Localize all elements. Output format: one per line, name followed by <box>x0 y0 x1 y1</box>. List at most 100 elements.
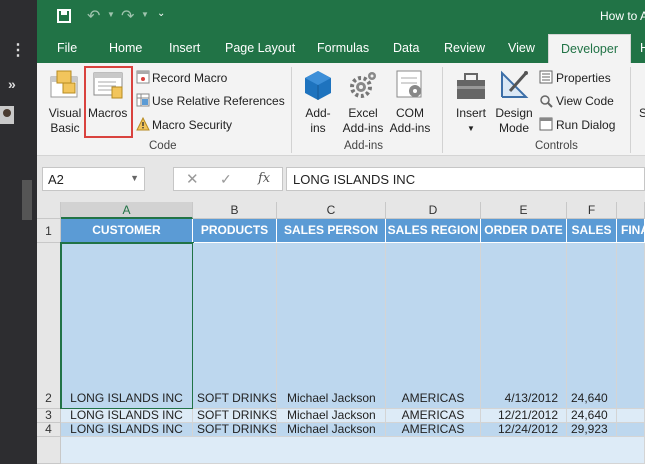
tab-insert[interactable]: Insert <box>169 34 200 63</box>
com-addins-icon <box>396 70 422 98</box>
insert-dropdown-icon: ▼ <box>467 124 475 133</box>
user-avatar[interactable] <box>0 106 14 124</box>
row-header-1[interactable]: 1 <box>37 219 61 243</box>
macros-highlight <box>84 66 133 138</box>
cell-c2[interactable]: Michael Jackson <box>277 243 386 409</box>
excel-addins-label-2: Add-ins <box>342 121 384 135</box>
tab-review[interactable]: Review <box>444 34 485 63</box>
column-header-a[interactable]: A <box>61 202 193 219</box>
cell-a3[interactable]: LONG ISLANDS INC <box>61 409 193 423</box>
ribbon-tabs: File Home Insert Page Layout Formulas Da… <box>37 34 645 63</box>
cell-b3[interactable]: SOFT DRINKS <box>193 409 277 423</box>
cell-c3[interactable]: Michael Jackson <box>277 409 386 423</box>
cell-e4[interactable]: 12/24/2012 <box>481 423 567 437</box>
header-order-date[interactable]: ORDER DATE <box>481 219 567 243</box>
column-header-g[interactable] <box>617 202 645 219</box>
row-header-4[interactable]: 4 <box>37 423 61 437</box>
enter-icon[interactable]: ✓ <box>220 171 232 188</box>
header-final[interactable]: FINA <box>617 219 645 243</box>
cell-f3[interactable]: 24,640 <box>567 409 617 423</box>
addins-label-1: Add- <box>305 106 331 120</box>
row-header-5[interactable] <box>37 437 61 464</box>
more-options-icon[interactable]: ⋮ <box>10 43 26 59</box>
cell-g4[interactable] <box>617 423 645 437</box>
customize-toolbar-icon[interactable]: ⌄ <box>157 8 165 19</box>
tab-view[interactable]: View <box>508 34 535 63</box>
cell-f4[interactable]: 29,923 <box>567 423 617 437</box>
formula-bar: A2 ▼ ✕ ✓ fx LONG ISLANDS INC <box>37 156 645 202</box>
undo-icon[interactable]: ↶ <box>87 6 100 26</box>
design-mode-icon <box>501 70 529 98</box>
scrollbar-thumb[interactable] <box>22 180 32 220</box>
header-sales[interactable]: SALES <box>567 219 617 243</box>
cell-d2[interactable]: AMERICAS <box>386 243 481 409</box>
insert-function-icon[interactable]: fx <box>258 171 270 186</box>
formula-input[interactable]: LONG ISLANDS INC <box>286 167 645 191</box>
column-header-c[interactable]: C <box>277 202 386 219</box>
redo-icon[interactable]: ↷ <box>121 6 134 26</box>
spreadsheet-grid: A B C D E F 1 CUSTOMER PRODUCTS SALES PE… <box>37 202 645 464</box>
group-separator <box>291 67 292 153</box>
header-sales-region[interactable]: SALES REGION <box>386 219 481 243</box>
ribbon-developer: Visual Basic Macros Record Macro Use Rel… <box>37 63 645 156</box>
cell-d3[interactable]: AMERICAS <box>386 409 481 423</box>
name-box-dropdown-icon[interactable]: ▼ <box>130 173 139 183</box>
row-header-3[interactable]: 3 <box>37 409 61 423</box>
cell-a4[interactable]: LONG ISLANDS INC <box>61 423 193 437</box>
addins-cube-icon <box>305 71 331 100</box>
cell-b4[interactable]: SOFT DRINKS <box>193 423 277 437</box>
cell-a2[interactable]: LONG ISLANDS INC <box>60 242 194 410</box>
ribbon-next-group-label[interactable]: S <box>639 106 645 121</box>
view-code-icon <box>540 95 553 108</box>
cell-c4[interactable]: Michael Jackson <box>277 423 386 437</box>
tab-data[interactable]: Data <box>393 34 419 63</box>
save-icon[interactable] <box>57 9 71 23</box>
column-header-f[interactable]: F <box>567 202 617 219</box>
column-header-b[interactable]: B <box>193 202 277 219</box>
com-addins-label-1: COM <box>396 106 424 120</box>
header-sales-person[interactable]: SALES PERSON <box>277 219 386 243</box>
row-5-cells[interactable] <box>61 437 645 464</box>
column-header-e[interactable]: E <box>481 202 567 219</box>
cell-e2[interactable]: 4/13/2012 <box>481 243 567 409</box>
design-mode-label-1: Design <box>495 106 533 120</box>
header-customer[interactable]: CUSTOMER <box>61 219 193 243</box>
cancel-icon[interactable]: ✕ <box>186 170 199 188</box>
cell-b2[interactable]: SOFT DRINKS <box>193 243 277 409</box>
properties-icon <box>539 70 553 84</box>
redo-dropdown-icon[interactable]: ▼ <box>141 10 149 19</box>
group-separator <box>630 67 631 153</box>
name-box-value: A2 <box>48 172 64 187</box>
window-title: How to A <box>600 9 645 23</box>
warning-icon <box>136 117 150 131</box>
column-header-d[interactable]: D <box>386 202 481 219</box>
header-products[interactable]: PRODUCTS <box>193 219 277 243</box>
run-dialog-icon <box>539 117 553 131</box>
cell-g3[interactable] <box>617 409 645 423</box>
cell-g2[interactable] <box>617 243 645 409</box>
name-box[interactable]: A2 ▼ <box>42 167 145 191</box>
row-header-2[interactable]: 2 <box>37 243 61 409</box>
expand-chevron-icon[interactable]: » <box>8 76 16 92</box>
cell-e3[interactable]: 12/21/2012 <box>481 409 567 423</box>
addins-label-2: ins <box>310 121 326 135</box>
tab-developer[interactable]: Developer <box>548 34 631 63</box>
formula-value: LONG ISLANDS INC <box>293 172 416 187</box>
run-dialog-label: Run Dialog <box>556 118 616 132</box>
group-label-code: Code <box>149 140 177 152</box>
group-label-controls: Controls <box>535 140 578 152</box>
visual-basic-label-2: Basic <box>50 121 80 135</box>
undo-dropdown-icon[interactable]: ▼ <box>107 10 115 19</box>
tab-help[interactable]: H <box>640 34 645 63</box>
tab-page-layout[interactable]: Page Layout <box>225 34 295 63</box>
toolbox-icon <box>457 73 485 99</box>
macro-security-label: Macro Security <box>152 118 233 132</box>
cell-f2[interactable]: 24,640 <box>567 243 617 409</box>
cell-d4[interactable]: AMERICAS <box>386 423 481 437</box>
select-all-corner[interactable] <box>37 202 61 219</box>
tab-file[interactable]: File <box>57 34 77 63</box>
record-macro-icon <box>136 70 150 84</box>
tab-formulas[interactable]: Formulas <box>317 34 369 63</box>
tab-home[interactable]: Home <box>109 34 142 63</box>
record-macro-label: Record Macro <box>152 71 228 85</box>
